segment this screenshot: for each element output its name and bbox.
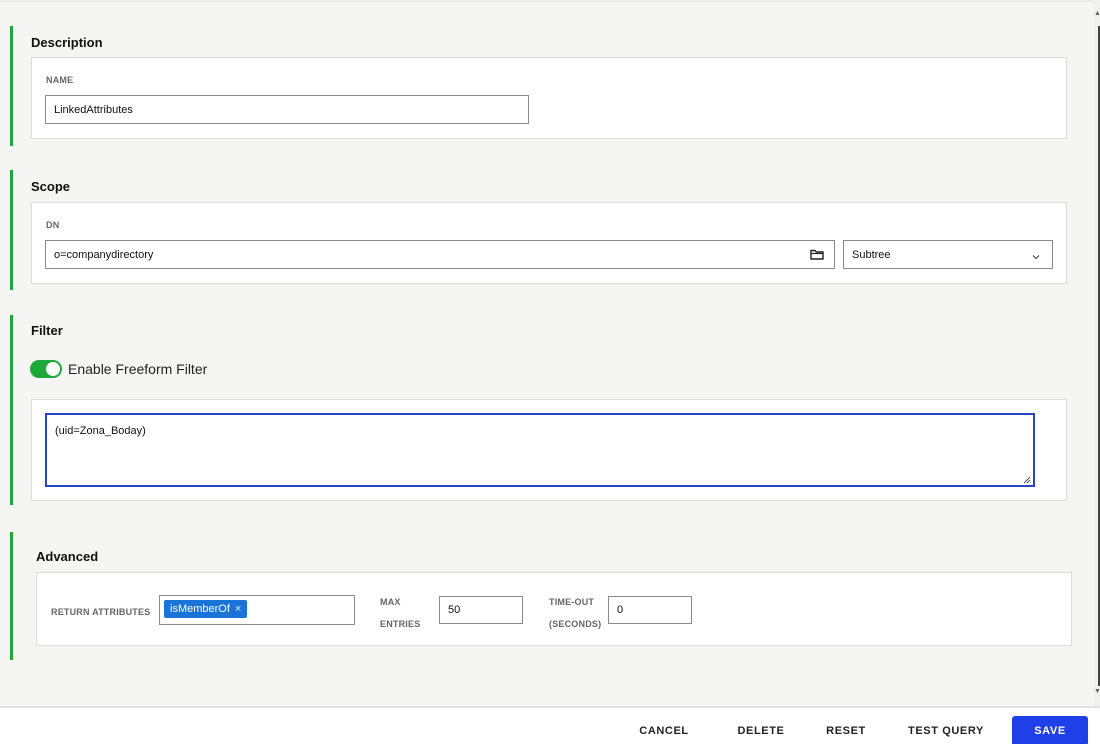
scope-select-value: Subtree: [852, 248, 891, 261]
dn-value: o=companydirectory: [54, 248, 154, 261]
attribute-chip: isMemberOf ×: [164, 600, 248, 618]
max-entries-label-line1: MAX: [380, 597, 401, 607]
scroll-up-arrow-icon[interactable]: ▲: [1094, 10, 1100, 17]
max-entries-input[interactable]: 50: [439, 596, 523, 624]
scroll-down-arrow-icon[interactable]: ▼: [1094, 688, 1100, 695]
form-scroll-area: Description NAME LinkedAttributes Scope …: [0, 0, 1094, 706]
name-input[interactable]: LinkedAttributes: [45, 95, 529, 124]
scope-select[interactable]: Subtree: [843, 240, 1053, 269]
filter-panel: (uid=Zona_Boday): [31, 399, 1067, 501]
description-section-accent: [10, 26, 13, 146]
reset-button[interactable]: RESET: [818, 716, 874, 744]
test-query-button[interactable]: TEST QUERY: [900, 716, 992, 744]
scope-section-title: Scope: [31, 179, 71, 194]
resize-handle-icon[interactable]: [1023, 475, 1031, 484]
dn-label: DN: [46, 220, 60, 230]
advanced-panel: RETURN ATTRIBUTES isMemberOf × MAX ENTRI…: [36, 572, 1072, 646]
chevron-down-icon: [1032, 251, 1040, 260]
delete-button[interactable]: DELETE: [728, 716, 794, 744]
cancel-button[interactable]: CANCEL: [628, 716, 700, 744]
freeform-filter-toggle[interactable]: [30, 360, 62, 378]
dn-input[interactable]: o=companydirectory: [45, 240, 835, 269]
name-label: NAME: [46, 75, 74, 85]
filter-textarea[interactable]: (uid=Zona_Boday): [45, 413, 1035, 487]
return-attributes-input[interactable]: isMemberOf ×: [159, 595, 355, 625]
folder-icon[interactable]: [810, 249, 824, 260]
filter-section-accent: [10, 315, 13, 505]
save-button[interactable]: SAVE: [1012, 716, 1088, 744]
max-entries-label-line2: ENTRIES: [380, 619, 421, 629]
footer-action-bar: CANCEL DELETE RESET TEST QUERY SAVE: [0, 706, 1100, 744]
toggle-knob: [46, 362, 60, 376]
scope-panel: DN o=companydirectory Subtree: [31, 202, 1067, 284]
timeout-input[interactable]: 0: [608, 596, 692, 624]
attribute-chip-label: isMemberOf: [170, 603, 230, 615]
freeform-filter-label: Enable Freeform Filter: [68, 361, 208, 377]
scope-section-accent: [10, 170, 13, 290]
advanced-section-accent: [10, 532, 13, 660]
timeout-label-line2: (SECONDS): [549, 619, 602, 629]
filter-value: (uid=Zona_Boday): [55, 425, 146, 437]
timeout-label-line1: TIME-OUT: [549, 597, 595, 607]
vertical-scrollbar[interactable]: ▲ ▼: [1094, 0, 1100, 706]
filter-section-title: Filter: [31, 323, 63, 338]
remove-chip-icon[interactable]: ×: [235, 603, 241, 615]
description-section-title: Description: [31, 35, 103, 50]
description-panel: NAME LinkedAttributes: [31, 57, 1067, 139]
return-attributes-label: RETURN ATTRIBUTES: [51, 607, 151, 617]
advanced-section-title: Advanced: [36, 549, 99, 564]
